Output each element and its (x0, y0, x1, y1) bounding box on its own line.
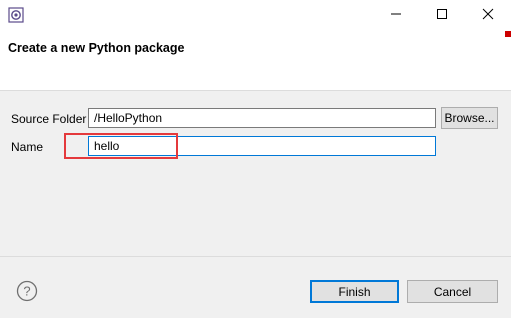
finish-button[interactable]: Finish (310, 280, 399, 303)
title-bar (0, 0, 511, 30)
browse-button[interactable]: Browse... (441, 107, 498, 129)
minimize-button[interactable] (373, 0, 419, 30)
minimize-icon (390, 8, 402, 23)
error-marker (505, 31, 511, 37)
name-field[interactable]: hello (88, 136, 436, 156)
footer-divider (0, 256, 511, 257)
close-icon (482, 8, 494, 23)
dialog-title: Create a new Python package (8, 41, 185, 55)
maximize-icon (436, 8, 448, 23)
close-button[interactable] (465, 0, 511, 30)
source-folder-field[interactable]: /HelloPython (88, 108, 436, 128)
help-icon[interactable]: ? (16, 280, 38, 302)
cancel-button[interactable]: Cancel (407, 280, 498, 303)
name-label: Name (11, 140, 44, 154)
dialog-header: Create a new Python package (0, 30, 511, 91)
svg-text:?: ? (23, 284, 30, 299)
source-folder-label: Source Folder (11, 112, 87, 126)
maximize-button[interactable] (419, 0, 465, 30)
eclipse-icon (8, 7, 24, 23)
